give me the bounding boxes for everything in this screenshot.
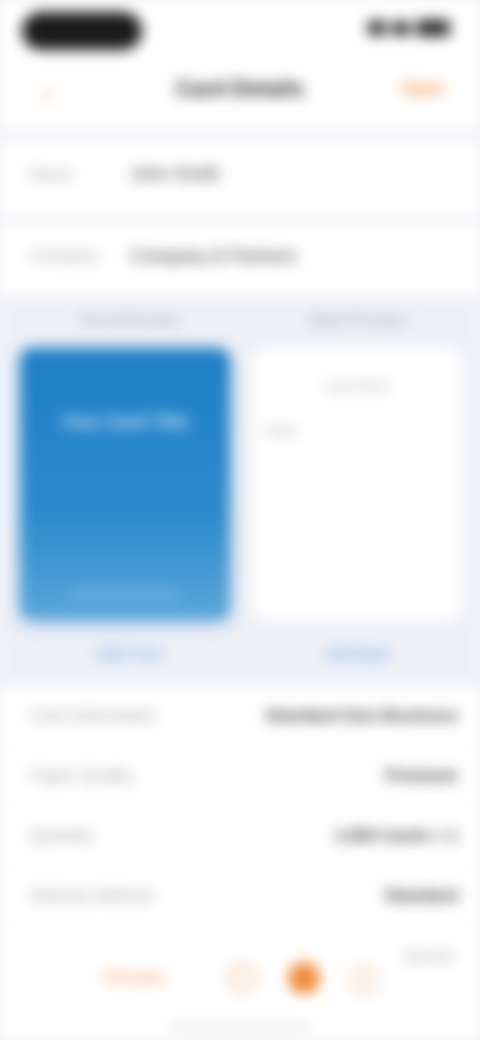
cart-icon[interactable] — [352, 968, 376, 992]
name-field[interactable]: John Smith — [130, 164, 220, 185]
subtotal-label: Subtotal — [402, 948, 454, 964]
info-value: Standard — [384, 886, 458, 905]
front-card-heading: Your Card Title — [61, 412, 189, 432]
list-item[interactable]: Card Information Standard Size Business — [0, 686, 480, 746]
card-previews: Front Preview Your Card Title Edit Front… — [0, 296, 480, 686]
front-card-footer — [70, 593, 180, 597]
front-preview-title: Front Preview — [80, 312, 180, 329]
preview-link[interactable]: Preview — [104, 968, 164, 988]
back-card-preview[interactable]: Card Back Notes — [252, 348, 462, 620]
order-icon[interactable] — [288, 962, 320, 994]
back-preview-title: Back Preview — [309, 312, 407, 329]
company-field[interactable]: Company & Partners — [130, 246, 297, 267]
back-card-label: Notes — [266, 424, 298, 438]
back-card-heading: Card Back — [324, 378, 390, 394]
info-label: Delivery Method — [30, 886, 153, 905]
name-row[interactable]: Name John Smith — [0, 142, 480, 214]
list-item[interactable]: Paper Quality Premium — [0, 746, 480, 806]
info-value: 1,000 Cards × 1 — [333, 826, 458, 845]
list-item[interactable]: Quantity 1,000 Cards × 1 — [0, 806, 480, 866]
order-info-list: Card Information Standard Size Business … — [0, 686, 480, 946]
status-icons — [368, 20, 450, 36]
bottom-action-bar: Subtotal Preview — [0, 946, 480, 1040]
share-icon[interactable] — [228, 964, 256, 992]
front-preview-column: Front Preview Your Card Title Edit Front — [20, 296, 240, 686]
battery-icon — [416, 20, 450, 36]
company-row[interactable]: Company Company & Partners — [0, 224, 480, 296]
save-button[interactable]: Save — [402, 78, 444, 99]
info-label: Quantity — [30, 826, 94, 845]
info-value: Standard Size Business — [265, 706, 458, 725]
status-time-pill — [22, 12, 142, 50]
company-label: Company — [30, 248, 99, 265]
edit-front-link[interactable]: Edit Front — [20, 646, 240, 663]
back-preview-column: Back Preview Card Back Notes Edit Back — [248, 296, 468, 686]
edit-back-link[interactable]: Edit Back — [248, 646, 468, 663]
info-value: Premium — [385, 766, 458, 785]
name-label: Name — [30, 166, 73, 183]
signal-icon — [368, 21, 386, 35]
wifi-icon — [392, 21, 410, 35]
navigation-bar: ‹ Card Details Save — [0, 62, 480, 128]
home-indicator — [170, 1025, 310, 1030]
info-label: Paper Quality — [30, 766, 133, 785]
front-card-preview[interactable]: Your Card Title — [20, 348, 230, 620]
info-label: Card Information — [30, 706, 157, 725]
status-bar — [0, 0, 480, 62]
list-item[interactable]: Delivery Method Standard — [0, 866, 480, 926]
